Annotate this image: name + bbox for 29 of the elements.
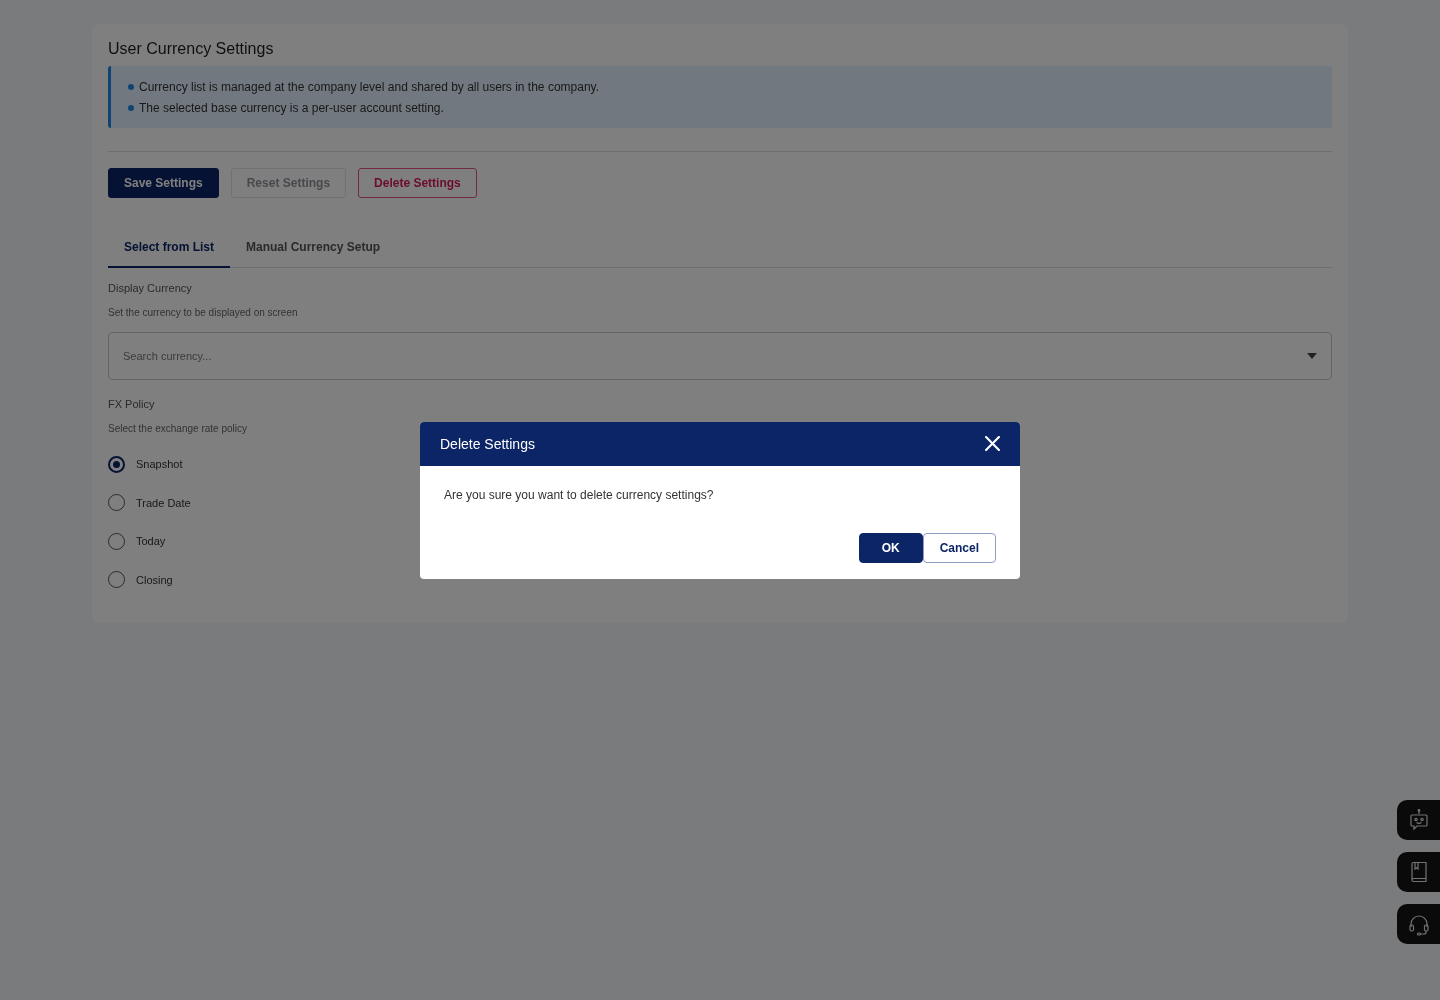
- support-button[interactable]: [1397, 904, 1440, 944]
- field-hint: Set the currency to be displayed on screen: [108, 306, 299, 320]
- dialog-button[interactable]: Cancel: [922, 532, 996, 563]
- action-button[interactable]: Delete Settings: [358, 168, 477, 198]
- close-button[interactable]: [985, 436, 1000, 451]
- info-note: Currency list is managed at the company level and shared by all users in the company.: [139, 79, 599, 94]
- dialog-button[interactable]: OK: [858, 532, 923, 563]
- field-hint: Select the exchange rate policy: [108, 422, 248, 436]
- page-title: User Currency Settings: [108, 39, 275, 59]
- action-button[interactable]: Save Settings: [108, 168, 219, 198]
- bullet-dot-icon: [128, 104, 134, 111]
- close-icon: [985, 436, 1000, 451]
- caret-down-icon: [1307, 353, 1317, 359]
- dialog-title: Delete Settings: [440, 435, 535, 452]
- docs-button[interactable]: [1397, 852, 1440, 892]
- chatbot-button[interactable]: [1397, 800, 1440, 840]
- radio-option[interactable]: Today: [108, 522, 166, 561]
- radio-option[interactable]: Snapshot: [108, 445, 183, 484]
- bullet-dot-icon: [128, 83, 134, 90]
- field-label: Display Currency: [108, 281, 193, 295]
- field-label: FX Policy: [108, 397, 156, 411]
- dialog-message: Are you sure you want to delete currency settings?: [444, 487, 715, 502]
- radio-option[interactable]: Trade Date: [108, 483, 191, 522]
- tab[interactable]: Manual Currency Setup: [230, 227, 397, 268]
- radio-option[interactable]: Closing: [108, 560, 173, 599]
- tab[interactable]: Select from List: [108, 227, 231, 268]
- currency-select-field[interactable]: Search currency...: [108, 332, 1332, 380]
- headset-icon: [1406, 912, 1431, 936]
- info-note: The selected base currency is a per-user account setting.: [139, 100, 444, 115]
